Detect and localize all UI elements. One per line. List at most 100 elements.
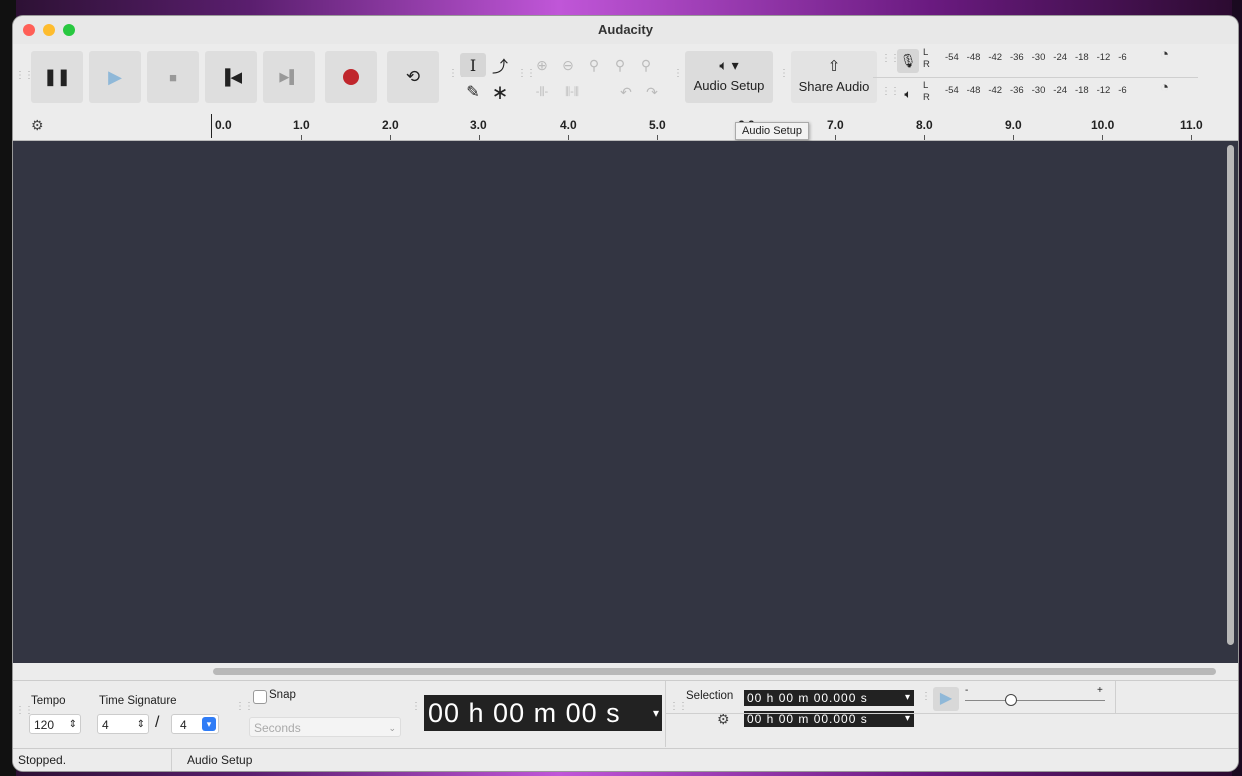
ruler-tick-mark bbox=[657, 135, 658, 140]
stop-button[interactable]: ■ bbox=[147, 51, 199, 103]
skip-to-end-button[interactable]: ▶▌ bbox=[263, 51, 315, 103]
vertical-scrollbar[interactable] bbox=[1227, 145, 1234, 645]
selection-tool[interactable]: I bbox=[460, 53, 486, 77]
time-signature-slash: / bbox=[155, 714, 160, 731]
pause-button[interactable]: ❚❚ bbox=[31, 51, 83, 103]
snap-unit-select[interactable]: Seconds ⌄ bbox=[249, 717, 401, 737]
ruler-tick-mark bbox=[301, 135, 302, 140]
timeline-settings-icon[interactable]: ⚙ bbox=[31, 117, 44, 134]
loop-button[interactable]: ⟲ bbox=[387, 51, 439, 103]
snap-grip[interactable]: ⋮⋮ bbox=[235, 701, 254, 712]
draw-tool[interactable]: ✎ bbox=[460, 80, 486, 104]
skip-to-start-icon: ▐◀ bbox=[219, 69, 243, 86]
time-display[interactable]: 00 h 00 m 00 s ▾ bbox=[424, 695, 662, 731]
selection-start-value: 00 h 00 m 00.000 s bbox=[747, 691, 868, 705]
maximize-window-button[interactable] bbox=[63, 24, 75, 36]
redo-button[interactable]: ↷ bbox=[639, 80, 665, 104]
ruler-origin-line bbox=[211, 114, 212, 138]
ts-upper-stepper-icon[interactable]: ⇕ bbox=[137, 715, 145, 735]
envelope-tool[interactable]: ⤴ bbox=[487, 53, 513, 77]
status-state: Stopped. bbox=[18, 753, 67, 767]
selection-start-field[interactable]: 00 h 00 m 00.000 s ▾ bbox=[744, 690, 914, 706]
audio-setup-button[interactable]: 🔈︎ ▾ Audio Setup bbox=[685, 51, 773, 103]
time-signature-lower-select[interactable]: 4 ▾ bbox=[171, 714, 219, 734]
time-display-value: 00 h 00 m 00 s bbox=[428, 698, 621, 728]
zoom-toggle-button[interactable]: ⚲ bbox=[633, 53, 659, 77]
playback-meter-button[interactable]: 🔈︎ bbox=[897, 82, 919, 106]
pause-icon: ❚❚ bbox=[43, 69, 71, 86]
tempo-value: 120 bbox=[34, 718, 55, 732]
ruler-tick-label: 10.0 bbox=[1091, 118, 1115, 132]
undo-button[interactable]: ↶ bbox=[613, 80, 639, 104]
record-button[interactable] bbox=[325, 51, 377, 103]
ruler-tick-mark bbox=[835, 135, 836, 140]
meter-tick: -48 bbox=[966, 85, 981, 96]
meter-tick: -24 bbox=[1053, 52, 1068, 63]
selection-end-value: 00 h 00 m 00.000 s bbox=[747, 712, 868, 726]
record-volume-knob-icon[interactable]: ◔ bbox=[1160, 46, 1169, 63]
timeline-ruler[interactable]: ⚙ 0.0 1.0 2.0 3.0 4.0 5.0 6.0 7.0 8.0 9.… bbox=[13, 112, 1238, 141]
ruler-tick-label: 3.0 bbox=[470, 118, 487, 132]
play-at-speed-button[interactable]: ▶ bbox=[933, 687, 959, 711]
track-panel[interactable] bbox=[13, 141, 1238, 663]
play-at-speed-icon: ▶ bbox=[939, 690, 953, 707]
fit-project-button[interactable]: ⚲ bbox=[607, 53, 633, 77]
meter-tick: -42 bbox=[988, 85, 1003, 96]
speed-slider-track[interactable] bbox=[965, 700, 1105, 701]
zoom-out-button[interactable]: ⊖ bbox=[555, 53, 581, 77]
trim-audio-button[interactable]: -⫼- bbox=[529, 80, 555, 104]
ruler-tick-mark bbox=[479, 135, 480, 140]
selection-label: Selection bbox=[686, 690, 734, 702]
ruler-tick-label: 4.0 bbox=[560, 118, 577, 132]
meter-tick: -54 bbox=[945, 52, 959, 63]
ruler-tick-label: 0.0 bbox=[215, 118, 232, 132]
ruler-tick-label: 8.0 bbox=[916, 118, 933, 132]
trim-icon: -⫼- bbox=[535, 85, 549, 98]
meter-tick: -54 bbox=[945, 85, 959, 96]
zoom-in-button[interactable]: ⊕ bbox=[529, 53, 555, 77]
tempo-stepper-icon[interactable]: ⇕ bbox=[69, 715, 77, 735]
ruler-tick-mark bbox=[1013, 135, 1014, 140]
record-meter-button[interactable]: 🎙︎ bbox=[897, 49, 919, 73]
horizontal-scrollbar[interactable] bbox=[213, 668, 1216, 675]
fit-selection-button[interactable]: ⚲ bbox=[581, 53, 607, 77]
playback-volume-knob-icon[interactable]: ◔ bbox=[1160, 79, 1169, 96]
speaker-icon: 🔈︎ ▾ bbox=[719, 57, 739, 73]
time-signature-upper-input[interactable]: 4 ⇕ bbox=[97, 714, 149, 734]
main-toolbar: ⋮⋮ ❚❚ ▶ ■ ▐◀ ▶▌ ⟲ ⋮⋮ I ⤴ ✎ ∗ ⋮⋮ ⊕ ⊖ ⚲ ⚲ … bbox=[13, 44, 1238, 113]
envelope-icon: ⤴ bbox=[491, 59, 508, 76]
close-window-button[interactable] bbox=[23, 24, 35, 36]
share-audio-button[interactable]: ⇧ Share Audio bbox=[791, 51, 877, 103]
meter-tick: -18 bbox=[1074, 52, 1089, 63]
minimize-window-button[interactable] bbox=[43, 24, 55, 36]
tempo-input[interactable]: 120 ⇕ bbox=[29, 714, 81, 734]
play-icon: ▶ bbox=[108, 66, 122, 87]
skip-to-start-button[interactable]: ▐◀ bbox=[205, 51, 257, 103]
zoom-out-icon: ⊖ bbox=[562, 56, 574, 73]
record-meter-scale[interactable]: -54 -48 -42 -36 -30 -24 -18 -12 -6 bbox=[945, 52, 1127, 63]
bottom-divider bbox=[665, 681, 666, 747]
undo-icon: ↶ bbox=[620, 83, 632, 100]
meter-tick: -18 bbox=[1074, 85, 1089, 96]
ts-upper-value: 4 bbox=[102, 718, 109, 732]
time-format-chevron-icon[interactable]: ▾ bbox=[653, 695, 660, 731]
chevron-down-icon: ▾ bbox=[202, 717, 216, 731]
bottom-row-divider bbox=[665, 713, 1238, 714]
selection-grip[interactable]: ⋮⋮ bbox=[669, 701, 688, 712]
snap-checkbox[interactable] bbox=[253, 690, 267, 704]
meter-tick: -24 bbox=[1053, 85, 1068, 96]
selection-start-chevron-icon[interactable]: ▾ bbox=[905, 690, 911, 706]
multi-tool[interactable]: ∗ bbox=[487, 80, 513, 104]
play-button[interactable]: ▶ bbox=[89, 51, 141, 103]
speaker-meter-icon: 🔈︎ bbox=[904, 86, 912, 101]
ruler-tick-mark bbox=[924, 135, 925, 140]
bottom-toolbar: ⋮⋮ Tempo Time Signature 120 ⇕ 4 ⇕ / 4 ▾ … bbox=[13, 680, 1238, 747]
playback-meter-scale[interactable]: -54 -48 -42 -36 -30 -24 -18 -12 -6 bbox=[945, 85, 1127, 96]
snap-unit-value: Seconds bbox=[254, 721, 301, 735]
meter-tick: -30 bbox=[1031, 85, 1046, 96]
silence-audio-button[interactable]: ⫼-⫼ bbox=[559, 80, 585, 104]
meter-divider bbox=[873, 77, 1198, 78]
audio-setup-tooltip: Audio Setup bbox=[735, 122, 809, 140]
speed-slider-thumb[interactable] bbox=[1005, 694, 1017, 706]
snap-label: Snap bbox=[269, 689, 296, 701]
